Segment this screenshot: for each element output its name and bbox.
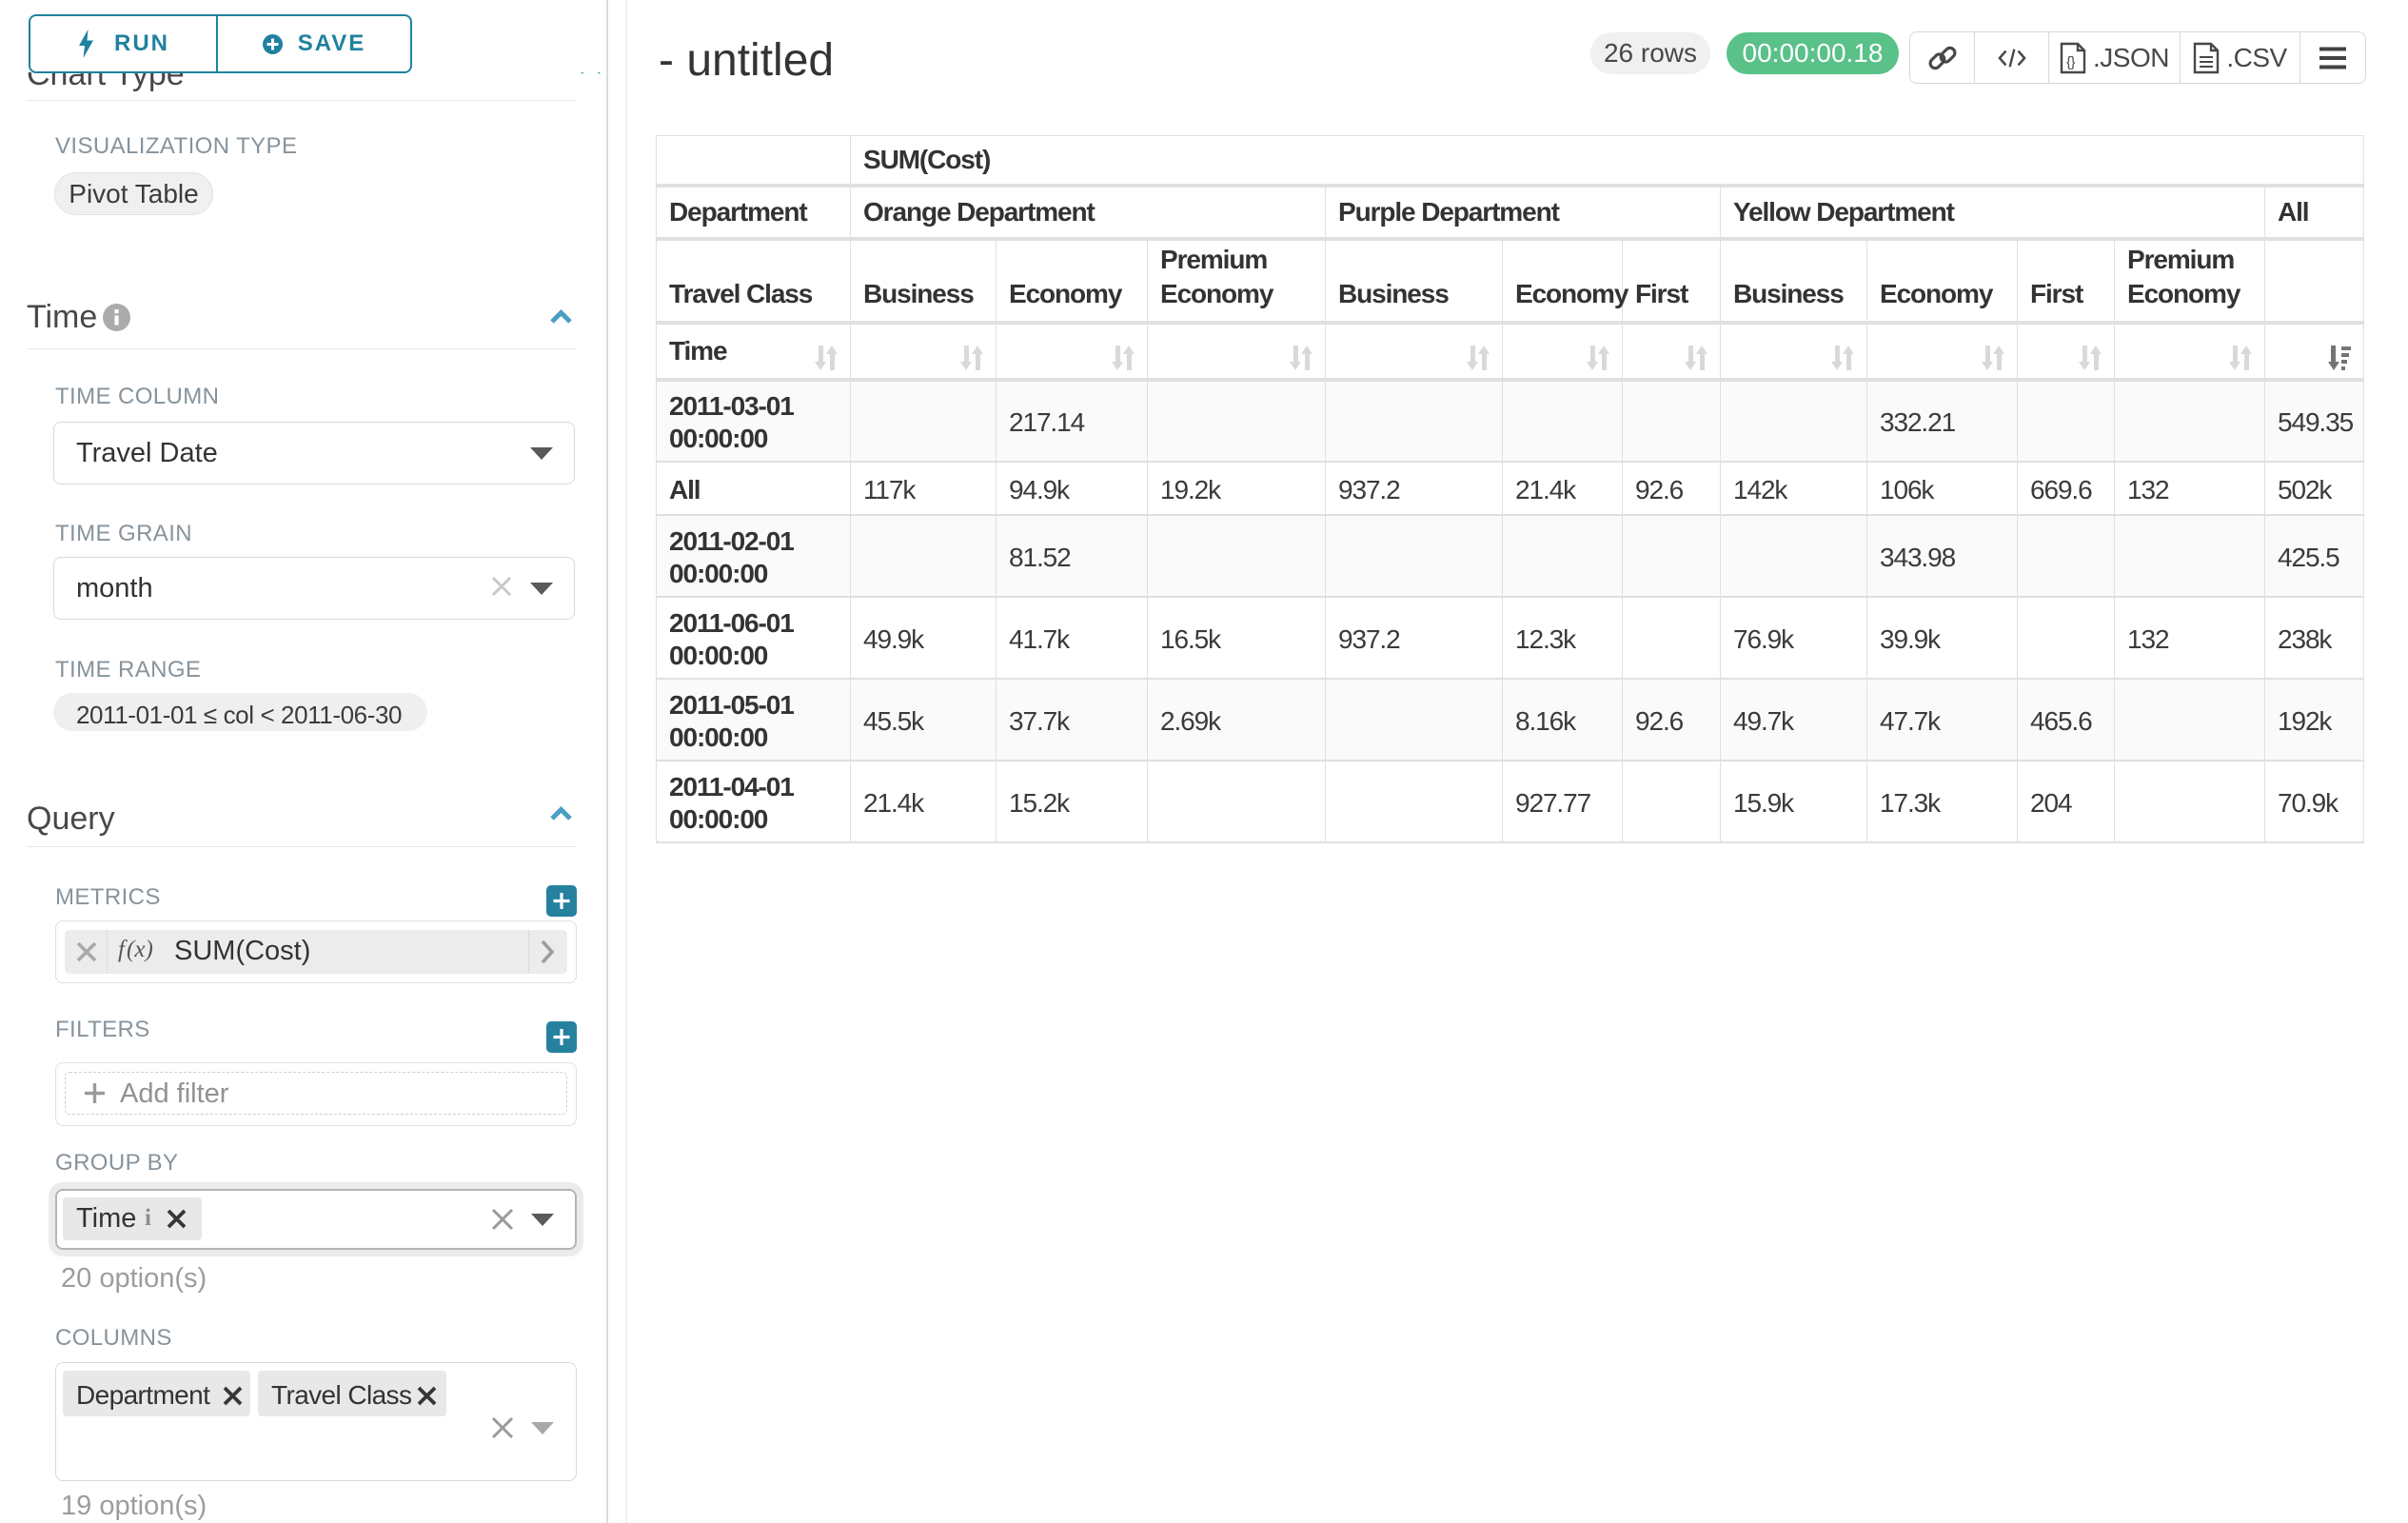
svg-text:{}: {} [2066, 54, 2076, 70]
